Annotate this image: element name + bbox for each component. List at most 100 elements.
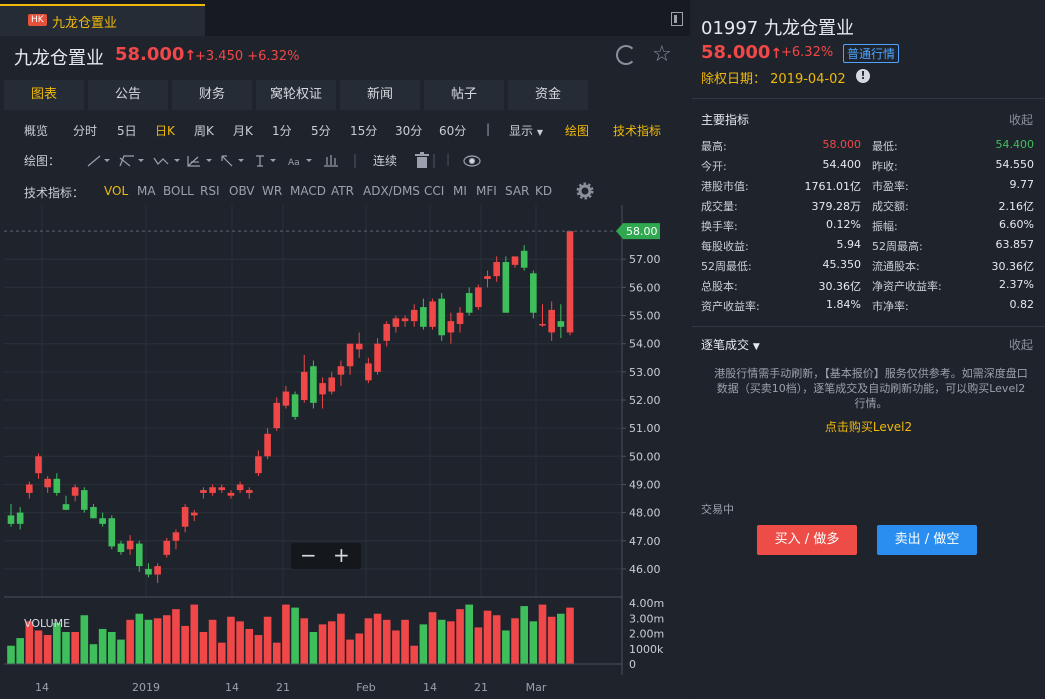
tick-collapse[interactable]: 收起 [1009, 336, 1033, 353]
price-tick-label: 52.00 [629, 394, 661, 407]
continuous-toggle[interactable]: 连续 [373, 152, 413, 169]
indicator-1[interactable]: MA [137, 184, 156, 198]
period-2[interactable]: 5日 [117, 122, 137, 139]
zoom-in-button[interactable]: + [333, 543, 350, 567]
volume-bar [392, 630, 400, 664]
stock-tab[interactable]: HK 九龙仓置业 [0, 4, 205, 36]
display-menu[interactable]: 显示 ▼ [509, 122, 543, 139]
volume-bar [227, 616, 235, 664]
period-5[interactable]: 月K [233, 122, 253, 139]
tab-1[interactable]: 公告 [88, 80, 168, 110]
metric-value: 63.857 [995, 238, 1035, 251]
panel-toggle-icon[interactable] [671, 12, 683, 26]
tab-3[interactable]: 窝轮权证 [256, 80, 336, 110]
indicator-12[interactable]: SAR [505, 184, 529, 198]
sell-button[interactable]: 卖出 / 做空 [877, 525, 977, 555]
volume-bar [474, 627, 483, 664]
date-tick-label: 14 [35, 681, 49, 694]
candle-body [328, 377, 336, 392]
metric-label: 换手率: [701, 220, 738, 233]
price-tick-label: 53.00 [629, 366, 661, 379]
indicator-11[interactable]: MFI [476, 184, 497, 198]
settings-gear-icon[interactable] [576, 182, 594, 200]
indicator-13[interactable]: KD [535, 184, 552, 198]
tab-5[interactable]: 帖子 [424, 80, 504, 110]
candle-body [291, 394, 299, 417]
metric-label: 流通股本: [872, 260, 920, 273]
period-0[interactable]: 概览 [24, 122, 48, 139]
indicator-4[interactable]: OBV [229, 184, 255, 198]
draw-link[interactable]: 绘图 [565, 122, 589, 139]
zoom-out-button[interactable]: − [300, 543, 317, 567]
metric-value: 5.94 [836, 238, 862, 251]
metric-label: 成交额: [872, 200, 909, 213]
indicator-5[interactable]: WR [262, 184, 282, 198]
font-tool-icon: Aa [288, 158, 312, 168]
volume-bar [71, 632, 79, 664]
period-10[interactable]: 60分 [439, 122, 466, 139]
metric-value: 58.000 [822, 138, 862, 151]
star-icon[interactable]: ☆ [652, 42, 672, 67]
refresh-icon[interactable] [616, 45, 636, 65]
quote-price: 58.000↑ [701, 42, 783, 63]
candle-body [319, 383, 326, 395]
candle-body [245, 490, 253, 493]
volume-bar [492, 615, 501, 664]
tick-title[interactable]: 逐笔成交 ▼ [701, 336, 760, 353]
buy-level2-link[interactable]: 点击购买Level2 [692, 418, 1045, 435]
metrics-collapse[interactable]: 收起 [1009, 111, 1033, 128]
metrics-grid: 最高: 58.000 最低: 54.400 今开: 54.400 昨收: 54.550 港股市值… [701, 138, 1034, 318]
stock-change: +3.450 +6.32% [195, 49, 300, 64]
candle-body [255, 456, 262, 474]
candlestick-chart[interactable]: 57.00 56.00 55.00 54.00 53.00 52.00 51.00 50.00… [0, 205, 690, 699]
metric-label: 52周最低: [701, 260, 752, 273]
info-icon[interactable]: ! [856, 69, 870, 83]
candle-body [53, 478, 61, 493]
indicator-2[interactable]: BOLL [163, 184, 194, 198]
period-4[interactable]: 周K [194, 122, 214, 139]
price-tick-label: 54.00 [629, 338, 661, 351]
tab-4[interactable]: 新闻 [340, 80, 420, 110]
tab-6[interactable]: 资金 [508, 80, 588, 110]
trash-icon[interactable] [414, 152, 430, 170]
price-tick-label: 47.00 [629, 535, 661, 548]
tab-2[interactable]: 财务 [172, 80, 252, 110]
indicator-6[interactable]: MACD [290, 184, 326, 198]
indicator-3[interactable]: RSI [200, 184, 220, 198]
tab-0[interactable]: 图表 [4, 80, 84, 110]
last-price-label: 58.00 [626, 225, 658, 238]
candle-body [190, 512, 198, 516]
indicator-0[interactable]: VOL [104, 184, 128, 198]
svg-text:Aa: Aa [288, 158, 300, 168]
volume-tick-label: 0 [629, 658, 636, 671]
tech-indicator-link[interactable]: 技术指标 [613, 122, 661, 139]
candle-body [99, 518, 106, 524]
candle-body [465, 293, 473, 313]
indicator-10[interactable]: MI [453, 184, 467, 198]
indicator-8[interactable]: ADX/DMS [363, 184, 420, 198]
volume-bar [447, 621, 455, 664]
period-8[interactable]: 15分 [350, 122, 377, 139]
metric-label: 净资产收益率: [872, 280, 942, 293]
period-1[interactable]: 分时 [73, 122, 97, 139]
volume-bar [126, 619, 134, 664]
period-7[interactable]: 5分 [311, 122, 331, 139]
price-tick-label: 51.00 [629, 422, 661, 435]
indicator-9[interactable]: CCI [424, 184, 444, 198]
indicator-7[interactable]: ATR [331, 184, 354, 198]
volume-bar [199, 632, 208, 664]
period-9[interactable]: 30分 [395, 122, 422, 139]
metric-value: 54.400 [995, 138, 1035, 151]
candle-body [429, 301, 436, 327]
quote-level-badge[interactable]: 普通行情 [843, 44, 900, 63]
date-tick-label: 14 [423, 681, 437, 694]
period-6[interactable]: 1分 [272, 122, 292, 139]
buy-button[interactable]: 买入 / 做多 [757, 525, 857, 555]
candle-body [227, 492, 235, 496]
period-3[interactable]: 日K [155, 122, 175, 139]
volume-bar [98, 628, 107, 664]
volume-bar [419, 624, 428, 664]
volume-bar [538, 604, 547, 664]
candle-body [511, 256, 519, 265]
candle-body [355, 343, 363, 350]
